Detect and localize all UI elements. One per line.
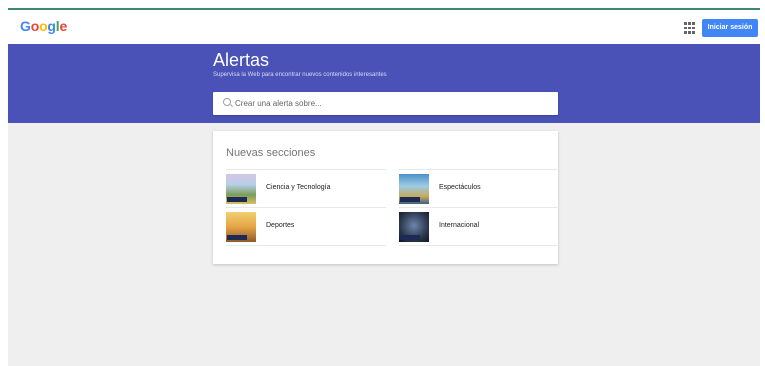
section-thumbnail [399,174,429,204]
alerts-banner: Alertas Supervisa la Web para encontrar … [8,44,760,123]
new-sections-card: Nuevas secciones Ciencia y Tecnología Es… [213,131,559,264]
section-item-internacional[interactable]: Internacional [399,207,559,245]
page-subtitle: Supervisa la Web para encontrar nuevos c… [213,72,387,78]
section-item-ciencia-tecnologia[interactable]: Ciencia y Tecnología [226,169,386,207]
alert-search-box[interactable] [213,92,558,115]
section-item-deportes[interactable]: Deportes [226,207,386,245]
logo-letter: G [20,18,31,34]
section-label: Espectáculos [439,184,481,191]
google-logo[interactable]: Google [20,18,67,34]
section-item-espectaculos[interactable]: Espectáculos [399,169,559,207]
divider [226,245,386,246]
card-title: Nuevas secciones [226,147,316,159]
signin-button[interactable]: Iniciar sesión [702,19,758,37]
page-title: Alertas [213,50,270,70]
section-thumbnail [399,212,429,242]
section-label: Deportes [266,222,295,229]
search-icon [223,98,231,106]
section-thumbnail [226,212,256,242]
section-label: Ciencia y Tecnología [266,184,331,191]
section-thumbnail [226,174,256,204]
logo-letter: e [59,18,68,34]
section-label: Internacional [439,222,480,229]
logo-letter: g [47,18,56,34]
alert-search-input[interactable] [235,96,545,111]
logo-letter: o [30,18,40,34]
apps-grid-icon[interactable] [684,22,696,34]
top-header: Google Iniciar sesión [8,10,760,44]
divider [399,245,559,246]
